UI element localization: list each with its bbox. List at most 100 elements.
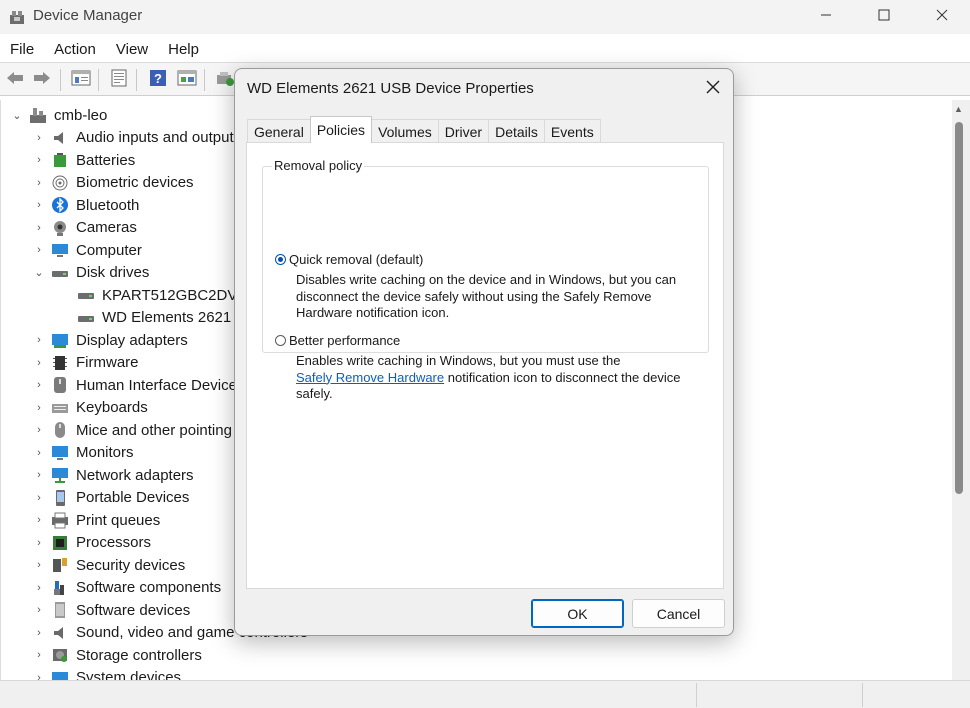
tree-child-device[interactable]: KPART512GBC2DVT <box>77 284 247 306</box>
bluetooth-icon <box>51 196 69 214</box>
chevron-right-icon[interactable]: › <box>33 599 45 621</box>
view-icon <box>177 69 197 92</box>
chevron-right-icon[interactable]: › <box>33 622 45 644</box>
minimize-button[interactable] <box>797 0 855 34</box>
tree-item-storage-controllers[interactable]: › Storage controllers <box>33 644 202 666</box>
monitor-icon <box>51 444 69 462</box>
chevron-right-icon[interactable]: › <box>33 149 45 171</box>
menu-help[interactable]: Help <box>158 34 209 62</box>
radio-quick-removal[interactable] <box>275 254 286 265</box>
chevron-right-icon[interactable]: › <box>33 464 45 486</box>
properties-view-button[interactable] <box>70 69 92 91</box>
safely-remove-hardware-link[interactable]: Safely Remove Hardware <box>296 370 444 385</box>
update-driver-button[interactable] <box>214 69 236 91</box>
tree-item-display-adapters[interactable]: › Display adapters <box>33 329 188 351</box>
chevron-down-icon[interactable]: ⌄ <box>11 104 23 126</box>
tree-item-label: System devices <box>76 669 182 680</box>
chevron-right-icon[interactable]: › <box>33 194 45 216</box>
back-icon <box>5 70 25 91</box>
tab-policies[interactable]: Policies <box>309 116 373 143</box>
chevron-right-icon[interactable]: › <box>33 127 45 149</box>
tree-item-computer[interactable]: › Computer <box>33 239 142 261</box>
update-driver-icon <box>215 69 235 92</box>
chevron-right-icon[interactable]: › <box>33 239 45 261</box>
chevron-right-icon[interactable]: › <box>33 374 45 396</box>
back-button[interactable] <box>4 69 26 91</box>
tab-general[interactable]: General <box>247 119 311 143</box>
title-bar: Device Manager <box>0 0 970 34</box>
help-icon: ? <box>149 69 167 92</box>
tab-volumes[interactable]: Volumes <box>371 119 439 143</box>
chevron-right-icon[interactable]: › <box>33 419 45 441</box>
chevron-right-icon[interactable]: › <box>33 397 45 419</box>
tree-item-portable-devices[interactable]: › Portable Devices <box>33 487 189 509</box>
tree-item-label: Processors <box>76 534 152 551</box>
chevron-right-icon[interactable]: › <box>33 217 45 239</box>
scroll-up-icon[interactable]: ▲ <box>954 104 963 114</box>
group-title: Removal policy <box>272 158 365 173</box>
tab-details[interactable]: Details <box>488 119 545 143</box>
tree-item-label: Audio inputs and outputs <box>76 129 242 146</box>
forward-button[interactable] <box>31 69 53 91</box>
window-title: Device Manager <box>33 7 143 24</box>
chevron-right-icon[interactable]: › <box>33 442 45 464</box>
chevron-right-icon[interactable]: › <box>33 577 45 599</box>
toolbar-separator <box>204 69 205 91</box>
maximize-button[interactable] <box>855 0 913 34</box>
better-performance-label[interactable]: Better performance <box>289 333 400 348</box>
tree-item-monitors[interactable]: › Monitors <box>33 442 133 464</box>
tree-item-biometric-devices[interactable]: › Biometric devices <box>33 172 193 194</box>
dialog-close-button[interactable] <box>699 77 727 101</box>
tree-item-cameras[interactable]: › Cameras <box>33 217 137 239</box>
menu-view[interactable]: View <box>106 34 158 62</box>
chevron-right-icon[interactable]: › <box>33 644 45 666</box>
help-button[interactable]: ? <box>147 69 169 91</box>
computer-root-icon <box>29 106 47 124</box>
chevron-right-icon[interactable]: › <box>33 352 45 374</box>
tree-item-software-devices[interactable]: › Software devices <box>33 599 190 621</box>
chevron-right-icon[interactable]: › <box>33 487 45 509</box>
radio-better-performance[interactable] <box>275 335 286 346</box>
tree-item-keyboards[interactable]: › Keyboards <box>33 397 148 419</box>
tree-item-label: Portable Devices <box>76 489 190 506</box>
ok-button[interactable]: OK <box>531 599 624 628</box>
quick-removal-label[interactable]: Quick removal (default) <box>289 252 423 267</box>
vertical-scrollbar[interactable]: ▲ <box>952 100 970 680</box>
display-adapter-icon <box>51 331 69 349</box>
tree-item-print-queues[interactable]: › Print queues <box>33 509 160 531</box>
status-separator <box>696 683 697 707</box>
properties-dialog: WD Elements 2621 USB Device Properties G… <box>234 68 734 636</box>
tree-item-firmware[interactable]: › Firmware <box>33 352 138 374</box>
toolbar-separator <box>136 69 137 91</box>
tree-item-network-adapters[interactable]: › Network adapters <box>33 464 193 486</box>
tree-item-human-interface-devices[interactable]: › Human Interface Devices <box>33 374 244 396</box>
chevron-down-icon[interactable]: ⌄ <box>33 262 45 284</box>
tree-item-processors[interactable]: › Processors <box>33 532 151 554</box>
tree-item-disk-drives[interactable]: ⌄ Disk drives <box>33 262 149 284</box>
tree-item-batteries[interactable]: › Batteries <box>33 149 135 171</box>
driver-details-button[interactable] <box>108 69 130 91</box>
chevron-right-icon[interactable]: › <box>33 329 45 351</box>
chevron-right-icon[interactable]: › <box>33 532 45 554</box>
tree-item-audio-inputs-and-outputs[interactable]: › Audio inputs and outputs <box>33 127 241 149</box>
tree-item-bluetooth[interactable]: › Bluetooth <box>33 194 139 216</box>
menu-file[interactable]: File <box>0 34 44 62</box>
chevron-right-icon[interactable]: › <box>33 172 45 194</box>
chevron-right-icon[interactable]: › <box>33 667 45 681</box>
tab-events[interactable]: Events <box>543 119 601 143</box>
tree-item-label: Security devices <box>76 556 186 574</box>
tree-root[interactable]: ⌄ cmb-leo <box>9 104 107 126</box>
chevron-right-icon[interactable]: › <box>33 554 45 576</box>
scrollbar-thumb[interactable] <box>955 122 963 494</box>
tree-item-software-components[interactable]: › Software components <box>33 577 221 599</box>
menu-action[interactable]: Action <box>44 34 106 62</box>
close-button[interactable] <box>913 0 970 34</box>
chevron-right-icon[interactable]: › <box>33 509 45 531</box>
cancel-button[interactable]: Cancel <box>632 599 725 628</box>
tab-driver[interactable]: Driver <box>437 119 490 143</box>
tree-item-security-devices[interactable]: › Security devices <box>33 554 185 576</box>
view-button[interactable] <box>176 69 198 91</box>
mouse-icon <box>51 421 69 439</box>
tree-item-system-devices[interactable]: › System devices <box>33 667 182 681</box>
battery-icon <box>51 151 69 169</box>
